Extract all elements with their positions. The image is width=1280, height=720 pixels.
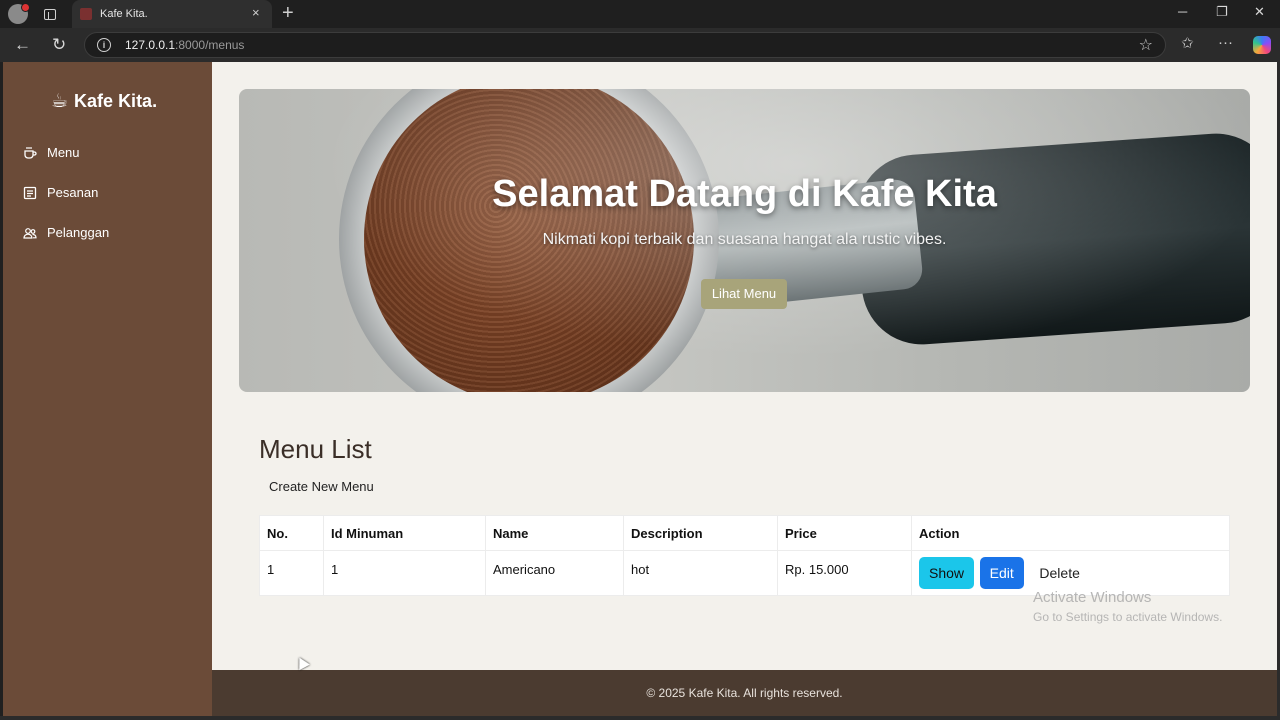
sidebar-item-label: Pesanan [47, 185, 99, 200]
sidebar-item-label: Pelanggan [47, 225, 110, 240]
column-header-name: Name [485, 515, 624, 551]
column-header-id: Id Minuman [323, 515, 486, 551]
footer-copyright: © 2025 Kafe Kita. All rights reserved. [646, 686, 843, 700]
url-host: 127.0.0.1 [125, 38, 176, 52]
site-info-icon[interactable]: i [97, 38, 111, 52]
coffee-cup-icon: ☕ [51, 91, 69, 112]
url-field[interactable]: i 127.0.0.1:8000/menus ☆ [84, 32, 1166, 58]
delete-button[interactable]: Delete [1029, 557, 1089, 589]
create-new-menu-link[interactable]: Create New Menu [269, 479, 374, 494]
url-text: 127.0.0.1:8000/menus [125, 38, 244, 52]
hero-subtitle: Nikmati kopi terbaik dan suasana hangat … [542, 231, 947, 248]
browser-tab-bar: Kafe Kita. × + ─ ❐ ✕ [0, 0, 1280, 28]
footer: © 2025 Kafe Kita. All rights reserved. [212, 670, 1277, 716]
minimize-icon[interactable]: ─ [1178, 4, 1187, 19]
activate-windows-subtitle: Go to Settings to activate Windows. [1033, 610, 1223, 624]
reload-icon[interactable]: ↻ [52, 35, 66, 55]
sidebar-item-menu[interactable]: Menu [23, 145, 80, 160]
cell-description: hot [623, 550, 778, 596]
cell-id: 1 [323, 550, 486, 596]
hero-title: Selamat Datang di Kafe Kita [492, 173, 997, 215]
column-header-price: Price [777, 515, 912, 551]
copilot-icon[interactable] [1253, 36, 1271, 54]
window-close-icon[interactable]: ✕ [1254, 4, 1265, 20]
page-title: Menu List [259, 434, 372, 464]
new-tab-icon[interactable]: + [282, 2, 294, 24]
back-icon[interactable]: ← [14, 35, 31, 55]
edit-button[interactable]: Edit [979, 557, 1024, 589]
restore-icon[interactable]: ❐ [1216, 4, 1228, 20]
sidebar-item-label: Menu [47, 145, 80, 160]
list-icon [23, 186, 37, 200]
favorite-star-icon[interactable]: ☆ [1139, 35, 1153, 55]
cell-no: 1 [259, 550, 324, 596]
tab-close-icon[interactable]: × [252, 6, 260, 20]
hero-banner: Selamat Datang di Kafe Kita Nikmati kopi… [239, 89, 1250, 392]
users-icon [23, 226, 37, 240]
brand[interactable]: ☕ Kafe Kita. [51, 90, 157, 113]
column-header-description: Description [623, 515, 778, 551]
tab-actions-icon[interactable] [38, 4, 62, 24]
menu-table: No. Id Minuman Name Description Price Ac… [259, 515, 1230, 596]
column-header-action: Action [911, 515, 1230, 551]
column-header-no: No. [259, 515, 324, 551]
browser-tab[interactable]: Kafe Kita. × [72, 0, 272, 28]
address-bar-row: ← ↻ i 127.0.0.1:8000/menus ☆ ✩ ··· [0, 28, 1280, 62]
tab-favicon-icon [80, 8, 92, 20]
sidebar-item-pelanggan[interactable]: Pelanggan [23, 225, 109, 240]
taskbar-edge [0, 716, 1280, 720]
favorites-icon[interactable]: ✩ [1181, 34, 1194, 52]
activate-windows-title: Activate Windows [1033, 589, 1152, 606]
tab-title: Kafe Kita. [100, 8, 148, 20]
cell-price: Rp. 15.000 [777, 550, 912, 596]
view-menu-button[interactable]: Lihat Menu [701, 279, 787, 309]
cell-name: Americano [485, 550, 624, 596]
url-path: :8000/menus [175, 38, 245, 52]
table-header-row: No. Id Minuman Name Description Price Ac… [259, 515, 1230, 551]
sidebar-item-pesanan[interactable]: Pesanan [23, 185, 98, 200]
more-options-icon[interactable]: ··· [1218, 34, 1233, 51]
profile-avatar[interactable] [8, 3, 30, 24]
show-button[interactable]: Show [919, 557, 975, 589]
coffee-cup-icon [23, 146, 37, 160]
sidebar: ☕ Kafe Kita. Menu Pesanan Pelanggan [3, 62, 212, 716]
brand-name: Kafe Kita. [74, 91, 158, 111]
